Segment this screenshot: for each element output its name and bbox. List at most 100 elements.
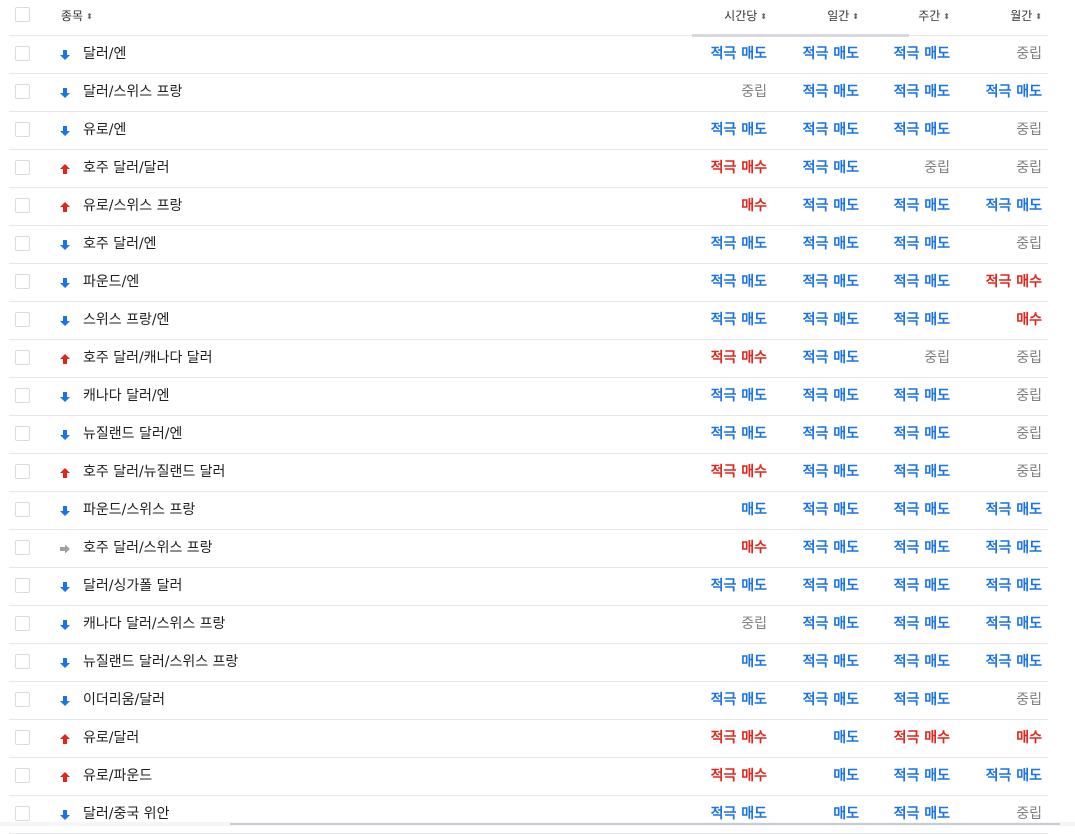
arrow-down-icon [58,276,72,290]
row-checkbox[interactable] [15,84,30,99]
table-row[interactable]: 달러/스위스 프랑 중립 적극 매도 적극 매도 적극 매도 [9,74,1048,112]
arrow-down-icon [58,504,72,518]
symbol-name[interactable]: 이더리움/달러 [83,682,165,719]
symbol-column-header[interactable]: 종목 ⬍ [61,0,93,33]
horizontal-scrollbar[interactable] [0,822,1075,826]
symbol-name[interactable]: 캐나다 달러/엔 [83,378,169,415]
symbol-name[interactable]: 호주 달러/엔 [83,226,157,263]
table-row[interactable]: 뉴질랜드 달러/엔 적극 매도 적극 매도 적극 매도 중립 [9,416,1048,454]
monthly-signal: 적극 매도 [985,578,1042,594]
row-checkbox[interactable] [15,198,30,213]
select-all-checkbox[interactable] [15,7,30,22]
row-checkbox[interactable] [15,388,30,403]
table-row[interactable]: 달러/중국 위안 적극 매도 매도 적극 매도 중립 [9,796,1048,834]
sort-icon: ⬍ [1035,12,1042,21]
symbol-name[interactable]: 호주 달러/캐나다 달러 [83,340,213,377]
row-checkbox[interactable] [15,768,30,783]
table-row[interactable]: 유로/파운드 적극 매수 매도 적극 매도 적극 매도 [9,758,1048,796]
monthly-signal: 매수 [1016,730,1042,746]
monthly-signal: 중립 [1016,350,1042,366]
row-checkbox[interactable] [15,312,30,327]
table-row[interactable]: 호주 달러/뉴질랜드 달러 적극 매수 적극 매도 적극 매도 중립 [9,454,1048,492]
table-row[interactable]: 유로/스위스 프랑 매수 적극 매도 적극 매도 적극 매도 [9,188,1048,226]
arrow-down-icon [58,618,72,632]
monthly-signal: 중립 [1016,426,1042,442]
scrollbar-thumb[interactable] [230,823,1060,825]
row-checkbox[interactable] [15,426,30,441]
row-checkbox[interactable] [15,616,30,631]
arrow-up-icon [58,200,72,214]
table-row[interactable]: 호주 달러/달러 적극 매수 적극 매도 중립 중립 [9,150,1048,188]
arrow-down-icon [58,694,72,708]
monthly-signal: 중립 [1016,122,1042,138]
monthly-column-header[interactable]: 월간 ⬍ [922,0,1042,33]
table-row[interactable]: 달러/엔 적극 매도 적극 매도 적극 매도 중립 [9,36,1048,74]
arrow-down-icon [58,428,72,442]
symbol-name[interactable]: 유로/달러 [83,720,139,757]
symbol-name[interactable]: 호주 달러/뉴질랜드 달러 [83,454,225,491]
symbol-name[interactable]: 유로/파운드 [83,758,152,795]
table-row[interactable]: 달러/싱가폴 달러 적극 매도 적극 매도 적극 매도 적극 매도 [9,568,1048,606]
arrow-flat-icon [58,542,72,556]
row-checkbox[interactable] [15,46,30,61]
row-checkbox[interactable] [15,730,30,745]
table-row[interactable]: 유로/엔 적극 매도 적극 매도 적극 매도 중립 [9,112,1048,150]
symbol-name[interactable]: 달러/엔 [83,36,126,73]
table-row[interactable]: 이더리움/달러 적극 매도 적극 매도 적극 매도 중립 [9,682,1048,720]
row-checkbox[interactable] [15,806,30,821]
arrow-down-icon [58,580,72,594]
sort-icon: ⬍ [86,12,93,21]
row-checkbox[interactable] [15,654,30,669]
table-row[interactable]: 호주 달러/스위스 프랑 매수 적극 매도 적극 매도 적극 매도 [9,530,1048,568]
symbol-name[interactable]: 파운드/엔 [83,264,139,301]
table-row[interactable]: 파운드/스위스 프랑 매도 적극 매도 적극 매도 적극 매도 [9,492,1048,530]
monthly-signal: 매수 [1016,312,1042,328]
monthly-header-label: 월간 [1010,9,1033,23]
symbol-name[interactable]: 유로/스위스 프랑 [83,188,182,225]
monthly-signal: 중립 [1016,692,1042,708]
arrow-up-icon [58,732,72,746]
table-body: 달러/엔 적극 매도 적극 매도 적극 매도 중립 달러/스위스 프랑 중립 적극 매도 적극 … [9,36,1048,834]
row-checkbox[interactable] [15,578,30,593]
arrow-down-icon [58,48,72,62]
row-checkbox[interactable] [15,122,30,137]
row-checkbox[interactable] [15,502,30,517]
symbol-name[interactable]: 뉴질랜드 달러/스위스 프랑 [83,644,238,681]
arrow-down-icon [58,808,72,822]
arrow-down-icon [58,656,72,670]
table-row[interactable]: 스위스 프랑/엔 적극 매도 적극 매도 적극 매도 매수 [9,302,1048,340]
monthly-signal: 적극 매도 [985,502,1042,518]
monthly-signal: 중립 [1016,464,1042,480]
symbol-name[interactable]: 스위스 프랑/엔 [83,302,169,339]
table-row[interactable]: 유로/달러 적극 매수 매도 적극 매수 매수 [9,720,1048,758]
table-row[interactable]: 뉴질랜드 달러/스위스 프랑 매도 적극 매도 적극 매도 적극 매도 [9,644,1048,682]
row-checkbox[interactable] [15,274,30,289]
row-checkbox[interactable] [15,236,30,251]
arrow-up-icon [58,770,72,784]
table-row[interactable]: 캐나다 달러/엔 적극 매도 적극 매도 적극 매도 중립 [9,378,1048,416]
symbol-name[interactable]: 뉴질랜드 달러/엔 [83,416,182,453]
table-row[interactable]: 호주 달러/캐나다 달러 적극 매수 적극 매도 중립 중립 [9,340,1048,378]
row-checkbox[interactable] [15,540,30,555]
table-row[interactable]: 파운드/엔 적극 매도 적극 매도 적극 매도 적극 매수 [9,264,1048,302]
symbol-name[interactable]: 파운드/스위스 프랑 [83,492,195,529]
symbol-name[interactable]: 유로/엔 [83,112,126,149]
row-checkbox[interactable] [15,692,30,707]
symbol-name[interactable]: 달러/싱가폴 달러 [83,568,182,605]
symbol-name[interactable]: 호주 달러/스위스 프랑 [83,530,213,567]
table-row[interactable]: 호주 달러/엔 적극 매도 적극 매도 적극 매도 중립 [9,226,1048,264]
symbol-name[interactable]: 캐나다 달러/스위스 프랑 [83,606,225,643]
symbol-name[interactable]: 달러/스위스 프랑 [83,74,182,111]
symbol-name[interactable]: 호주 달러/달러 [83,150,169,187]
monthly-signal: 적극 매도 [985,654,1042,670]
row-checkbox[interactable] [15,160,30,175]
row-checkbox[interactable] [15,464,30,479]
symbol-name[interactable]: 달러/중국 위안 [83,796,169,833]
monthly-signal: 적극 매도 [985,616,1042,632]
monthly-signal: 적극 매도 [985,540,1042,556]
table-row[interactable]: 캐나다 달러/스위스 프랑 중립 적극 매도 적극 매도 적극 매도 [9,606,1048,644]
signals-table: 종목 ⬍ 시간당 ⬍ 일간 ⬍ 주간 ⬍ 월간 ⬍ 달러/엔 적극 매도 적극 매도 적극 매도… [9,0,1048,834]
row-checkbox[interactable] [15,350,30,365]
arrow-up-icon [58,466,72,480]
arrow-down-icon [58,86,72,100]
